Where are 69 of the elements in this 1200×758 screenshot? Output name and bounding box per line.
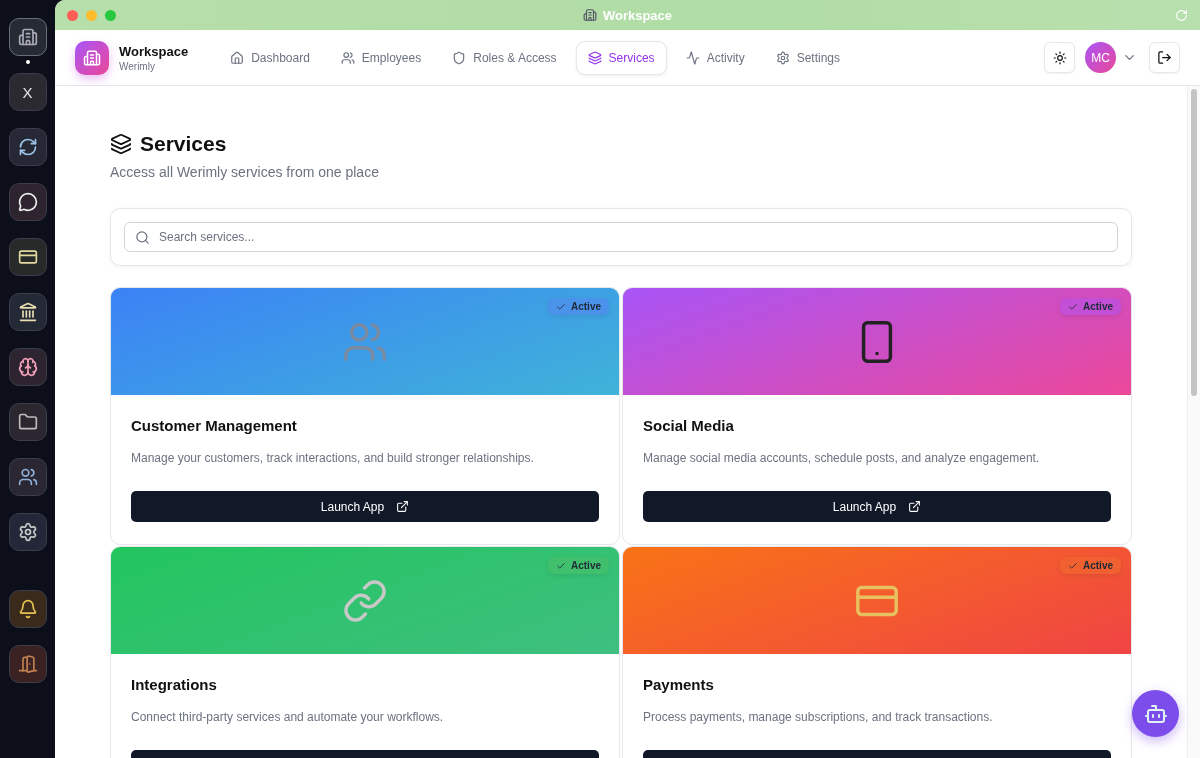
launch-app-button[interactable]: Launch App <box>131 491 599 522</box>
nav-tab[interactable]: Services <box>575 40 667 75</box>
dock-app[interactable] <box>8 458 47 496</box>
window-title: Workspace <box>602 7 673 23</box>
dock-app[interactable] <box>8 238 47 276</box>
dock-app[interactable] <box>8 403 47 441</box>
assistant-button[interactable] <box>1132 690 1179 737</box>
home-icon <box>230 50 245 65</box>
building-icon <box>83 48 101 67</box>
check-icon <box>556 301 566 312</box>
bell-icon <box>17 599 38 619</box>
dock-app[interactable] <box>8 348 47 386</box>
service-description: Manage social media accounts, schedule posts, and analyze engagement. <box>643 451 1041 465</box>
dock-app[interactable] <box>8 590 47 628</box>
logout-icon <box>1157 50 1172 65</box>
dock-app[interactable] <box>8 18 47 56</box>
brain-icon <box>17 357 38 377</box>
status-label: Active <box>571 560 601 571</box>
status-label: Active <box>571 301 601 312</box>
dock-app[interactable] <box>8 513 47 551</box>
settings-icon <box>775 50 790 65</box>
layers-icon <box>110 133 132 155</box>
search-icon <box>135 230 150 245</box>
users-icon <box>340 50 355 65</box>
service-description: Manage your customers, track interactions, and build stronger relationships. <box>131 451 535 465</box>
check-icon <box>1068 301 1078 312</box>
status-label: Active <box>1083 301 1113 312</box>
theme-toggle-button[interactable] <box>1044 42 1075 73</box>
sun-icon <box>1052 50 1067 65</box>
door-icon <box>17 654 38 674</box>
brand-subtitle: Werimly <box>119 60 156 72</box>
layers-icon <box>587 50 602 65</box>
folder-icon <box>17 412 38 432</box>
pulse-icon <box>685 50 700 65</box>
dock-app[interactable] <box>8 645 47 683</box>
settings-icon <box>17 522 38 542</box>
dock-app[interactable] <box>8 183 47 221</box>
bank-icon <box>17 302 38 322</box>
service-title: Social Media <box>643 417 735 434</box>
link-icon <box>342 577 388 624</box>
dock-app[interactable] <box>8 128 47 166</box>
service-title: Integrations <box>131 676 218 693</box>
running-indicator <box>25 60 30 64</box>
logout-button[interactable] <box>1149 42 1180 73</box>
brand-name: Workspace <box>119 43 189 59</box>
users-icon <box>17 467 38 487</box>
check-icon <box>1068 560 1078 571</box>
credit-card-icon <box>17 247 38 267</box>
scrollbar-thumb[interactable] <box>1191 89 1197 396</box>
check-icon <box>556 560 566 571</box>
shield-icon <box>452 50 467 65</box>
building-icon <box>17 27 38 47</box>
page-subtitle: Access all Werimly services from one place <box>110 164 380 180</box>
building-icon <box>582 8 597 22</box>
dock-app[interactable] <box>8 293 47 331</box>
search-field[interactable]: Search services... <box>124 222 1118 252</box>
service-title: Customer Management <box>131 417 298 434</box>
external-link-icon <box>908 500 922 513</box>
dock-app[interactable]: X <box>8 73 47 111</box>
service-description: Connect third-party services and automate your workflows. <box>131 710 445 724</box>
service-description: Process payments, manage subscriptions, and track transactions. <box>643 710 994 724</box>
speech-bubble-icon <box>17 192 38 212</box>
status-label: Active <box>1083 560 1113 571</box>
user-avatar[interactable]: MC <box>1085 42 1116 73</box>
refresh-icon <box>17 137 38 157</box>
external-link-icon <box>396 500 410 513</box>
service-title: Payments <box>643 676 715 693</box>
launch-app-button[interactable]: Launch App <box>643 491 1111 522</box>
page-title: Services <box>140 132 227 156</box>
